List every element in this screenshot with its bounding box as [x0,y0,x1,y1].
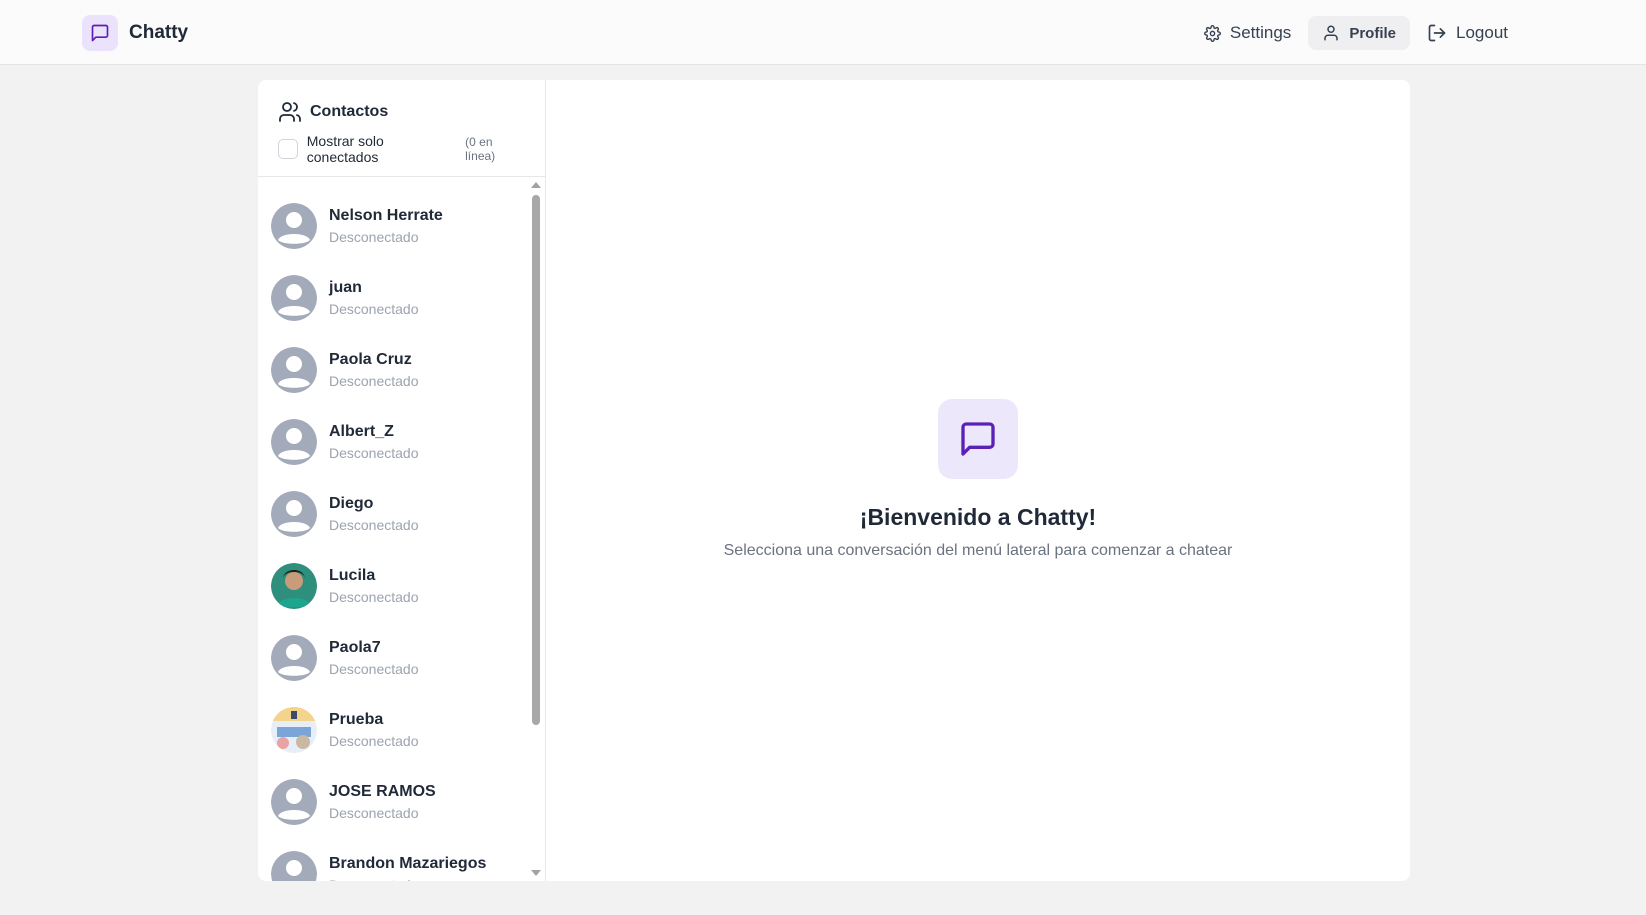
contacts-heading: Contactos [278,100,525,124]
online-filter-label: Mostrar solo conectados [306,133,384,165]
chat-container: Contactos Mostrar solo conectados (0 en … [258,80,1410,881]
contacts-title: Contactos [310,103,389,120]
contact-text: JOSE RAMOS Desconectado [329,782,436,823]
contact-item[interactable]: Nelson Herrate Desconectado [258,190,545,262]
contact-item[interactable]: juan Desconectado [258,262,545,334]
user-icon [1322,24,1349,42]
message-square-icon [82,15,118,51]
avatar [271,275,317,321]
settings-label: Settings [1229,23,1292,42]
scroll-thumb[interactable] [532,195,540,725]
avatar [271,419,317,465]
avatar-photo [271,707,317,753]
gear-icon [1203,24,1230,42]
scroll-up-arrow[interactable] [531,182,541,188]
brand-link[interactable]: Chatty [82,15,188,51]
settings-link[interactable]: Settings [1193,16,1302,50]
message-square-icon [938,399,1018,479]
contact-name: Paola Cruz [329,350,412,368]
profile-link[interactable]: Profile [1308,16,1410,50]
top-navbar: Chatty Settings Profile Logout [0,0,1646,65]
contact-text: Prueba Desconectado [329,710,419,751]
contact-text: Lucila Desconectado [329,566,419,607]
contact-name: Prueba [329,710,384,728]
contact-name: Lucila [329,566,376,584]
profile-label: Profile [1349,24,1396,42]
header-nav: Settings Profile Logout [1187,16,1519,50]
avatar [271,779,317,825]
contact-item[interactable]: JOSE RAMOS Desconectado [258,766,545,838]
contact-text: Albert_Z Desconectado [329,422,419,463]
avatar [271,851,317,881]
avatar-photo [271,563,317,609]
contact-item[interactable]: Paola7 Desconectado [258,622,545,694]
online-filter[interactable]: Mostrar solo conectados (0 en línea) [278,133,525,165]
scroll-down-arrow[interactable] [531,870,541,876]
online-only-checkbox[interactable] [278,139,298,159]
contact-status: Desconectado [329,372,419,389]
avatar [271,347,317,393]
sidebar-header: Contactos Mostrar solo conectados (0 en … [258,80,545,177]
welcome-subtitle: Selecciona una conversación del menú lat… [723,542,1233,559]
contact-text: Paola Cruz Desconectado [329,350,419,391]
avatar [271,491,317,537]
users-icon [278,100,310,124]
contact-list[interactable]: Nelson Herrate Desconectado juan Desconecta… [258,178,545,881]
contact-name: Diego [329,494,374,512]
avatar [271,635,317,681]
contact-status: Desconectado [329,875,486,882]
contact-text: juan Desconectado [329,278,419,319]
contact-status: Desconectado [329,228,419,245]
avatar [271,203,317,249]
brand-name: Chatty [129,22,189,43]
contact-name: Brandon Mazariegos [329,854,487,872]
contact-status: Desconectado [329,660,419,677]
online-count: (0 en línea) [465,135,496,163]
contact-name: Paola7 [329,638,381,656]
contact-item[interactable]: Albert_Z Desconectado [258,406,545,478]
logout-button[interactable]: Logout [1416,16,1519,50]
welcome-title: ¡Bienvenido a Chatty! [859,504,1097,530]
contact-item[interactable]: Prueba Desconectado [258,694,545,766]
contact-text: Brandon Mazariegos Desconectado [329,854,486,882]
contact-text: Nelson Herrate Desconectado [329,206,443,247]
contact-name: JOSE RAMOS [329,782,436,800]
contact-name: Nelson Herrate [329,206,443,224]
logout-label: Logout [1456,23,1508,42]
contact-status: Desconectado [329,516,419,533]
contact-name: juan [329,278,362,296]
contacts-sidebar: Contactos Mostrar solo conectados (0 en … [258,80,546,881]
contact-text: Paola7 Desconectado [329,638,419,679]
contact-text: Diego Desconectado [329,494,419,535]
contact-item[interactable]: Paola Cruz Desconectado [258,334,545,406]
contact-item[interactable]: Brandon Mazariegos Desconectado [258,838,545,881]
contact-status: Desconectado [329,588,419,605]
contact-item[interactable]: Diego Desconectado [258,478,545,550]
contact-status: Desconectado [329,804,419,821]
contact-status: Desconectado [329,732,419,749]
welcome-panel: ¡Bienvenido a Chatty! Selecciona una con… [546,80,1410,881]
contact-list-scrollbar[interactable] [530,180,542,880]
contact-item[interactable]: Lucila Desconectado [258,550,545,622]
contact-status: Desconectado [329,444,419,461]
logout-icon [1427,23,1456,43]
contact-status: Desconectado [329,300,419,317]
contact-name: Albert_Z [329,422,394,440]
